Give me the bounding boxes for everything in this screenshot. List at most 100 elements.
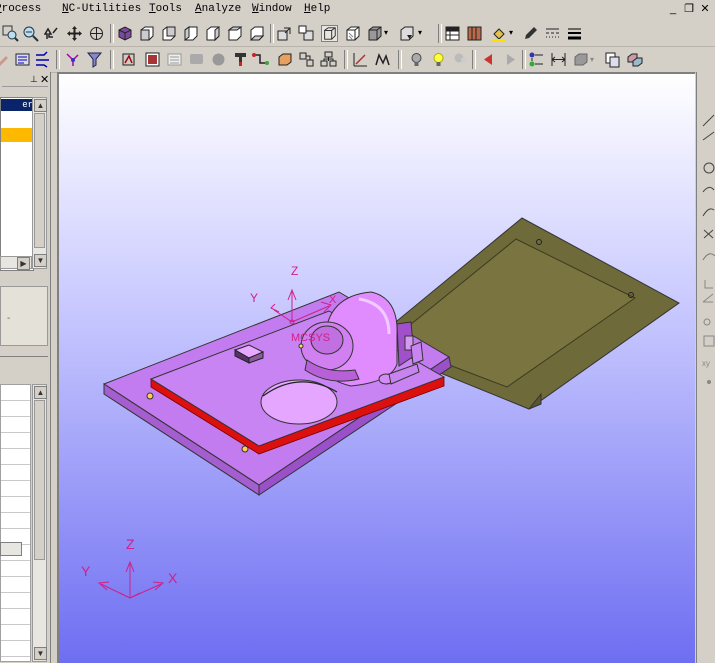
view-front-icon[interactable]	[138, 25, 155, 42]
graphics-viewport[interactable]: Z Y X MCSYS Z Y X	[57, 72, 695, 663]
model-tree[interactable]: er	[0, 97, 34, 271]
sphere-icon[interactable]	[210, 51, 227, 68]
zoom-window-icon[interactable]	[2, 25, 19, 42]
arc-tool-icon[interactable]	[702, 186, 715, 193]
path-link-icon[interactable]	[252, 51, 269, 68]
list-icon[interactable]	[166, 51, 183, 68]
hidden-line-icon[interactable]	[344, 25, 361, 42]
line-style-icon[interactable]	[544, 25, 561, 42]
view-back-icon[interactable]	[160, 25, 177, 42]
chevron-down-icon[interactable]: ▾	[418, 28, 422, 37]
measure-icon[interactable]	[550, 51, 567, 68]
left-panel: ⊥ ✕ er ▲ ▼ ▶ - ▲ ▼	[0, 72, 51, 663]
scroll-down-icon[interactable]: ▼	[34, 647, 47, 660]
chevron-down-icon[interactable]: ▾	[590, 55, 594, 64]
transform-icon[interactable]	[320, 51, 337, 68]
filter-icon[interactable]	[86, 51, 103, 68]
align-icon[interactable]	[298, 51, 315, 68]
pin-icon[interactable]: ⊥	[30, 74, 38, 85]
property-scrollbar[interactable]: ▲ ▼	[32, 384, 47, 662]
edit-icon[interactable]	[0, 51, 11, 68]
rotate-icon[interactable]	[44, 25, 61, 42]
layers-icon[interactable]	[466, 25, 483, 42]
forward-icon[interactable]	[502, 51, 519, 68]
table-icon[interactable]	[444, 25, 461, 42]
view-bottom-icon[interactable]	[248, 25, 265, 42]
color-fill-icon[interactable]	[490, 25, 507, 42]
shaded-view-icon[interactable]	[116, 25, 133, 42]
view-top-icon[interactable]	[226, 25, 243, 42]
stock-icon[interactable]	[276, 51, 293, 68]
window-controls: _ ❐ ✕	[667, 2, 711, 18]
line-weight-icon[interactable]	[566, 25, 583, 42]
light-settings-icon[interactable]	[452, 51, 469, 68]
comment-icon[interactable]	[188, 51, 205, 68]
circle-tool-icon[interactable]	[703, 162, 715, 174]
pan-fine-icon[interactable]	[88, 25, 105, 42]
tree-scrollbar[interactable]: ▲ ▼	[32, 97, 47, 269]
copy-icon[interactable]	[604, 51, 621, 68]
solid-icon[interactable]	[572, 51, 589, 68]
toolpath-icon[interactable]	[64, 51, 81, 68]
tree-icon[interactable]	[528, 51, 545, 68]
polyline-tool-icon[interactable]	[702, 131, 715, 141]
scroll-up-icon[interactable]: ▲	[34, 99, 47, 112]
scroll-thumb[interactable]	[34, 400, 45, 560]
scroll-down-icon[interactable]: ▼	[34, 254, 47, 267]
divider	[0, 356, 48, 357]
selected-tree-row[interactable]	[1, 128, 33, 142]
minimize-button[interactable]: _	[667, 2, 679, 16]
close-button[interactable]: ✕	[699, 2, 711, 16]
menu-process[interactable]: Process	[0, 3, 41, 15]
menu-tools[interactable]: Tools	[149, 3, 182, 15]
pan-icon[interactable]	[66, 25, 83, 42]
parts-icon[interactable]	[626, 51, 643, 68]
operation-icon[interactable]	[34, 51, 51, 68]
tool-icon[interactable]	[232, 51, 249, 68]
toolbar-separator	[56, 50, 60, 69]
machine-icon[interactable]	[14, 51, 31, 68]
back-icon[interactable]	[480, 51, 497, 68]
chevron-down-icon[interactable]: ▾	[384, 28, 388, 37]
text-tool-icon[interactable]: xy	[702, 359, 710, 368]
rectangle-tool-icon[interactable]	[703, 335, 715, 347]
angle-tool-icon[interactable]	[702, 293, 714, 303]
fillet-tool-icon[interactable]	[702, 253, 715, 261]
wireframe-toggle[interactable]	[321, 25, 338, 42]
layer-view-icon[interactable]	[398, 25, 415, 42]
menu-nc-utilities[interactable]: NC-Utilities	[62, 3, 141, 15]
sketch-icon[interactable]	[352, 51, 369, 68]
light-off-icon[interactable]	[408, 51, 425, 68]
curve-icon[interactable]	[374, 51, 391, 68]
snap-tool-icon[interactable]	[707, 380, 711, 384]
shaded-edges-icon[interactable]	[366, 25, 383, 42]
menu-window[interactable]: Window	[252, 3, 292, 15]
dropdown-arrow[interactable]: -	[7, 313, 10, 324]
property-list[interactable]	[0, 384, 31, 662]
view-right-icon[interactable]	[204, 25, 221, 42]
restore-button[interactable]: ❐	[683, 2, 695, 16]
chevron-down-icon[interactable]: ▾	[509, 28, 513, 37]
trim-tool-icon[interactable]	[703, 229, 714, 239]
menu-analyze[interactable]: Analyze	[195, 3, 241, 15]
property-panel: -	[0, 286, 48, 346]
close-icon[interactable]: ✕	[40, 73, 49, 86]
spline-tool-icon[interactable]	[702, 208, 715, 217]
property-input[interactable]	[0, 542, 22, 556]
fit-view-icon[interactable]	[276, 25, 293, 42]
zoom-out-icon[interactable]	[22, 25, 39, 42]
scroll-up-icon[interactable]: ▲	[34, 386, 47, 399]
restore-view-icon[interactable]	[298, 25, 315, 42]
line-tool-icon[interactable]	[702, 114, 715, 127]
pen-icon[interactable]	[522, 25, 539, 42]
point-tool-icon[interactable]	[703, 318, 711, 326]
replay-icon[interactable]	[144, 51, 161, 68]
scroll-thumb[interactable]	[34, 113, 45, 248]
view-left-icon[interactable]	[182, 25, 199, 42]
part-triad-x: X	[329, 294, 337, 306]
corner-tool-icon[interactable]	[704, 280, 713, 289]
light-on-icon[interactable]	[430, 51, 447, 68]
scroll-right-icon[interactable]: ▶	[17, 257, 30, 270]
menu-help[interactable]: Help	[304, 3, 330, 15]
generate-icon[interactable]	[120, 51, 137, 68]
